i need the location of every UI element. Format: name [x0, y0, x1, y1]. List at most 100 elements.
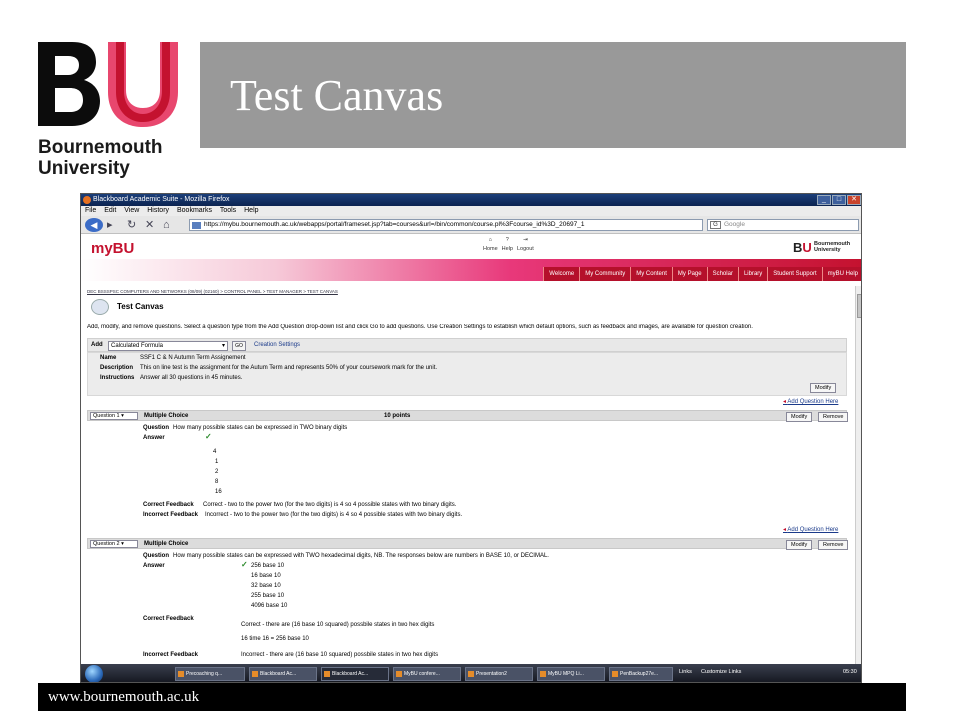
menu-history[interactable]: History — [147, 207, 169, 214]
tab-scholar[interactable]: Scholar — [706, 267, 738, 281]
windows-taskbar: Precoaching q... Blackboard Ac... Blackb… — [81, 664, 861, 682]
test-name: SSF1 C & N Autumn Term Assignement — [140, 355, 246, 361]
stop-icon[interactable]: ✕ — [145, 218, 154, 232]
menu-view[interactable]: View — [124, 207, 139, 214]
breadcrumb[interactable]: DEC BSSSPSC COMPUTERS AND NETWORKS (08/0… — [87, 289, 338, 294]
header-help-label: Help — [501, 246, 513, 252]
taskbar-links[interactable]: Links — [679, 669, 692, 675]
tab-my-page[interactable]: My Page — [671, 267, 707, 281]
question-2-modify-button[interactable]: Modify — [786, 540, 813, 550]
reload-icon[interactable]: ↻ — [127, 218, 136, 232]
page-scrollbar[interactable] — [855, 286, 861, 664]
question-2-answer-2: 16 base 10 — [251, 573, 281, 579]
slide-title-bar: Test Canvas — [200, 42, 906, 148]
window-controls: _ □ ✕ — [817, 195, 861, 205]
site-favicon — [192, 222, 201, 229]
correct-check-icon: ✓ — [205, 432, 212, 441]
question-2-question-label: Question — [143, 553, 170, 559]
maximize-button[interactable]: □ — [832, 195, 846, 205]
tab-welcome[interactable]: Welcome — [543, 267, 580, 281]
tab-mybu-help[interactable]: myBU Help — [821, 267, 861, 281]
question-1-order-select[interactable]: Question 1 ▾ — [90, 412, 138, 420]
header-help[interactable]: ? Help — [502, 237, 513, 252]
question-1-answer-4: 8 — [215, 479, 219, 485]
menu-edit[interactable]: Edit — [104, 207, 116, 214]
tab-my-content[interactable]: My Content — [630, 267, 672, 281]
question-1-incorrect-label: Incorrect Feedback — [143, 512, 199, 518]
question-1-correct-label: Correct Feedback — [143, 502, 194, 508]
question-1-type: Multiple Choice — [144, 413, 189, 419]
add-question-here-link-2[interactable]: Add Question Here — [783, 526, 838, 533]
menu-bookmarks[interactable]: Bookmarks — [177, 207, 212, 214]
question-2-correct-label: Correct Feedback — [143, 616, 194, 622]
menu-tools[interactable]: Tools — [220, 207, 236, 214]
forward-arrow-icon[interactable]: ▸ — [107, 218, 113, 232]
taskbar-item-6[interactable]: MyBU MPQ Li... — [537, 667, 605, 681]
question-1-answer-1: 4 — [213, 449, 217, 455]
question-2-answer-5: 4096 base 10 — [251, 603, 288, 609]
taskbar-item-7[interactable]: PenBackup27e... — [609, 667, 673, 681]
footer-url: www.bournemouth.ac.uk — [48, 689, 200, 705]
question-2-answer-4: 255 base 10 — [251, 593, 285, 599]
modify-test-button[interactable]: Modify — [810, 383, 837, 393]
correct-check-icon: ✓ — [241, 560, 248, 569]
mybu-logo[interactable]: myBU — [91, 240, 134, 257]
question-type-select[interactable]: Calculated Formula ▾ — [108, 341, 228, 351]
address-bar[interactable]: https://mybu.bournemouth.ac.uk/webapps/p… — [189, 219, 703, 231]
question-1-answer-5: 16 — [215, 489, 222, 495]
taskbar-item-3[interactable]: Blackboard Ac... — [321, 667, 389, 681]
university-name-line1: Bournemouth — [38, 137, 163, 158]
question-1-modify-button[interactable]: Modify — [786, 412, 813, 422]
instructions-label: Instructions — [100, 375, 135, 381]
go-button[interactable]: GO — [232, 341, 246, 351]
page-title: Test Canvas — [117, 302, 164, 311]
close-button[interactable]: ✕ — [847, 195, 861, 205]
home-icon: ⌂ — [488, 237, 492, 243]
bournemouth-university-logo: Bournemouth University — [38, 42, 178, 182]
description-label: Description — [100, 365, 134, 371]
question-2-incorrect-label: Incorrect Feedback — [143, 652, 199, 658]
question-2-text: How many possible states can be expresse… — [173, 553, 549, 559]
header-home[interactable]: ⌂ Home — [483, 237, 498, 252]
creation-settings-link[interactable]: Creation Settings — [254, 342, 300, 348]
question-2-answer-label: Answer — [143, 563, 165, 569]
taskbar-item-5[interactable]: Presentation2 — [465, 667, 533, 681]
logout-icon: ⇥ — [523, 237, 528, 243]
university-name-line2: University — [38, 158, 130, 179]
menu-file[interactable]: File — [85, 207, 96, 214]
mybu-header: myBU ⌂ Home ? Help ⇥ Logout BU Bournemouth U… — [81, 234, 861, 281]
page-instructions: Add, modify, and remove questions. Selec… — [87, 324, 753, 330]
window-title: Blackboard Academic Suite - Mozilla Fire… — [93, 196, 230, 203]
taskbar-item-1[interactable]: Precoaching q... — [175, 667, 245, 681]
google-icon: G — [710, 221, 721, 229]
firefox-icon — [83, 196, 91, 204]
question-2-order-select[interactable]: Question 2 ▾ — [90, 540, 138, 548]
question-1-answer-label: Answer — [143, 435, 165, 441]
taskbar-customize-links[interactable]: Customize Links — [701, 669, 741, 675]
header-logout[interactable]: ⇥ Logout — [517, 237, 534, 252]
clock: 05:30 — [843, 669, 857, 675]
start-orb-icon[interactable] — [85, 665, 103, 682]
home-icon[interactable]: ⌂ — [163, 218, 170, 232]
question-1-answer-2: 1 — [215, 459, 219, 465]
back-arrow-icon[interactable]: ◀ — [85, 218, 103, 232]
question-2-remove-button[interactable]: Remove — [818, 540, 849, 550]
minimize-button[interactable]: _ — [817, 195, 831, 205]
search-placeholder: Google — [724, 221, 745, 228]
tab-my-community[interactable]: My Community — [579, 267, 631, 281]
tab-student-support[interactable]: Student Support — [767, 267, 822, 281]
question-1-remove-button[interactable]: Remove — [818, 412, 849, 422]
mybu-tabs: Welcome My Community My Content My Page … — [543, 267, 861, 281]
question-2-answer-3: 32 base 10 — [251, 583, 281, 589]
taskbar-item-2[interactable]: Blackboard Ac... — [249, 667, 317, 681]
menu-help[interactable]: Help — [244, 207, 258, 214]
question-1-text: How many possible states can be expresse… — [173, 425, 348, 431]
question-2-header: Question 2 ▾ Multiple Choice Modify Remo… — [87, 538, 849, 550]
scrollbar-thumb[interactable] — [857, 294, 861, 318]
taskbar-item-4[interactable]: MyBU confere... — [393, 667, 461, 681]
chevron-down-icon: ▾ — [221, 343, 225, 349]
search-box[interactable]: G Google — [707, 219, 859, 231]
help-icon: ? — [505, 237, 509, 243]
tab-library[interactable]: Library — [737, 267, 768, 281]
add-question-here-link[interactable]: Add Question Here — [783, 398, 838, 405]
